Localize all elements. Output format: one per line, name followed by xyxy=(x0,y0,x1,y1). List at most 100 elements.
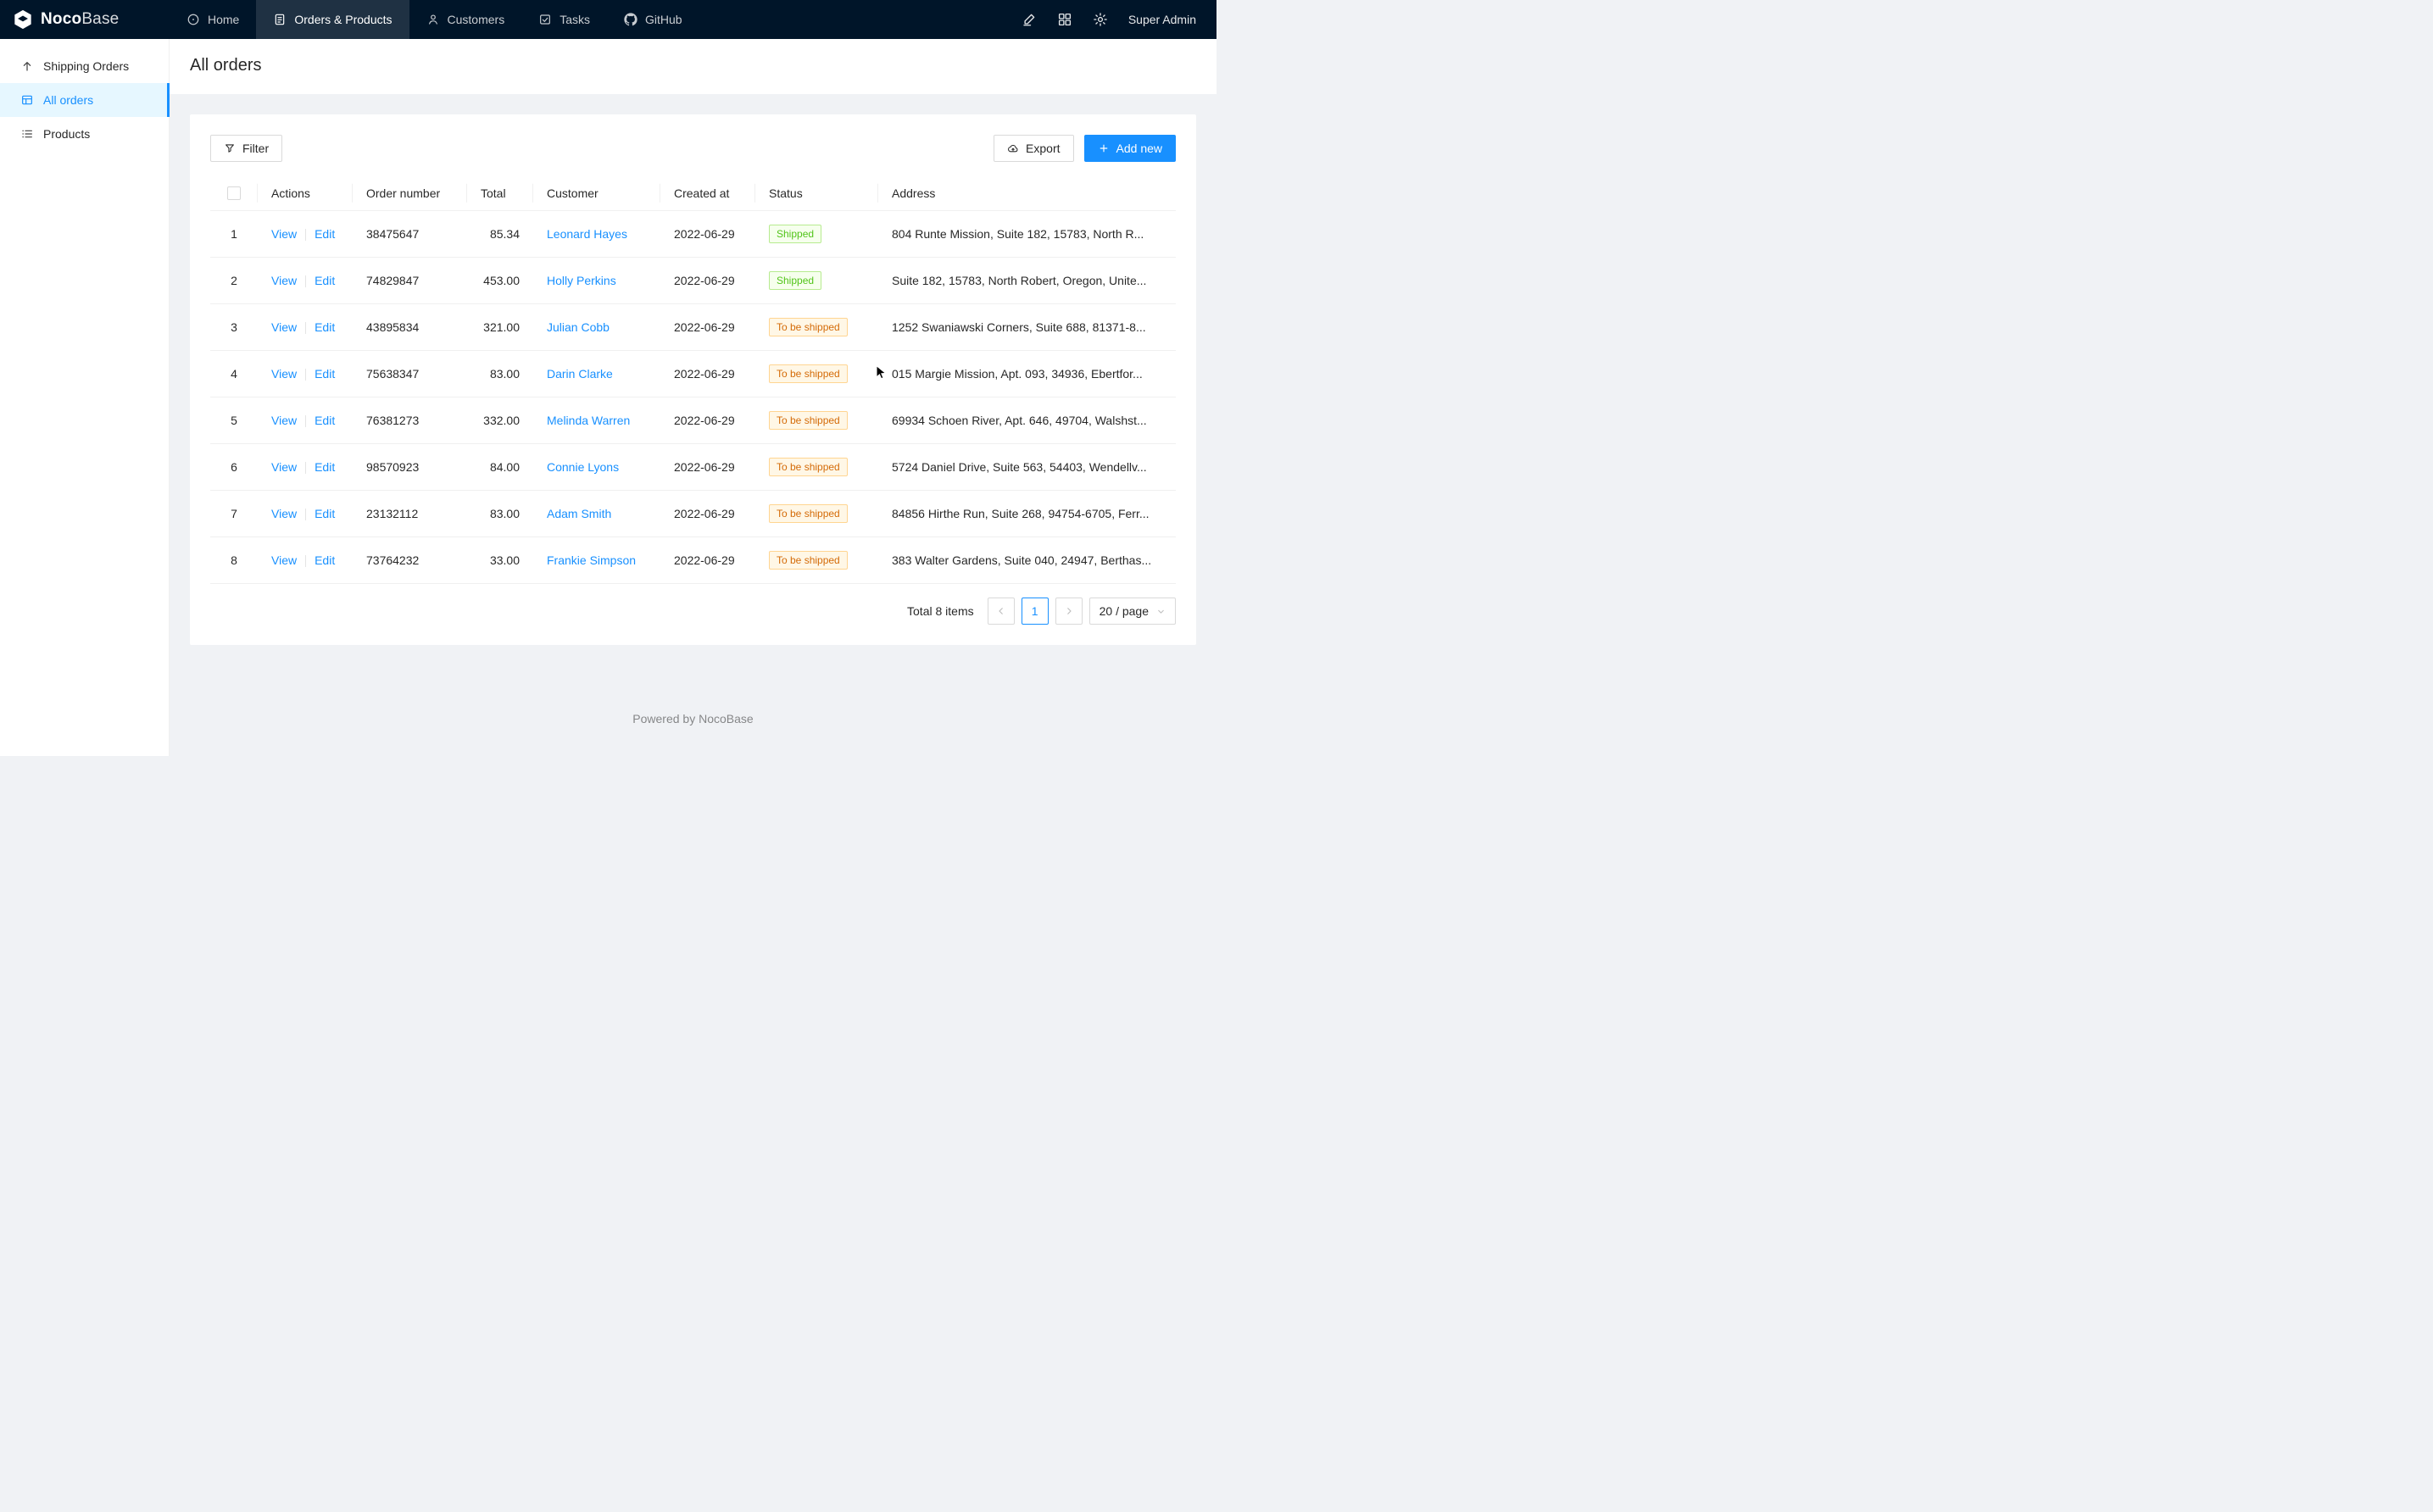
column-header-created-at: Created at xyxy=(660,175,755,211)
row-index-cell: 2 xyxy=(210,258,258,304)
order-number-cell: 23132112 xyxy=(353,491,467,537)
action-divider xyxy=(305,509,306,520)
total-cell: 453.00 xyxy=(467,258,533,304)
edit-link[interactable]: Edit xyxy=(315,320,335,334)
edit-link[interactable]: Edit xyxy=(315,414,335,427)
edit-link[interactable]: Edit xyxy=(315,507,335,520)
customer-link[interactable]: Connie Lyons xyxy=(547,460,619,474)
customer-cell: Adam Smith xyxy=(533,491,660,537)
customer-link[interactable]: Holly Perkins xyxy=(547,274,616,287)
sidebar-item-all-orders[interactable]: All orders xyxy=(0,83,169,117)
pagination-page-1[interactable]: 1 xyxy=(1022,598,1049,625)
edit-link[interactable]: Edit xyxy=(315,274,335,287)
select-all-checkbox[interactable] xyxy=(227,186,241,200)
edit-link[interactable]: Edit xyxy=(315,227,335,241)
main-nav: Home Orders & Products Customers Tasks G… xyxy=(170,0,699,39)
nav-item-tasks[interactable]: Tasks xyxy=(521,0,607,39)
grid-icon[interactable] xyxy=(1057,12,1072,27)
nav-item-home[interactable]: Home xyxy=(170,0,256,39)
filter-button[interactable]: Filter xyxy=(210,135,282,162)
edit-link[interactable]: Edit xyxy=(315,553,335,567)
action-divider xyxy=(305,555,306,567)
sidebar-item-shipping-orders[interactable]: Shipping Orders xyxy=(0,49,169,83)
brand[interactable]: NocoBase xyxy=(0,0,170,39)
orders-icon xyxy=(273,13,287,26)
customer-cell: Holly Perkins xyxy=(533,258,660,304)
gear-icon[interactable] xyxy=(1093,12,1108,27)
pagination: Total 8 items 1 20 / page xyxy=(210,598,1176,625)
address-cell: 1252 Swaniawski Corners, Suite 688, 8137… xyxy=(878,304,1176,351)
table-row: 4 ViewEdit 75638347 83.00 Darin Clarke 2… xyxy=(210,351,1176,397)
edit-link[interactable]: Edit xyxy=(315,367,335,381)
customers-icon xyxy=(426,13,440,26)
plus-icon xyxy=(1098,142,1110,154)
view-link[interactable]: View xyxy=(271,507,297,520)
nav-item-github[interactable]: GitHub xyxy=(607,0,699,39)
chevron-right-icon xyxy=(1064,606,1074,616)
table-body: 1 ViewEdit 38475647 85.34 Leonard Hayes … xyxy=(210,211,1176,584)
total-cell: 83.00 xyxy=(467,491,533,537)
customer-cell: Connie Lyons xyxy=(533,444,660,491)
total-cell: 85.34 xyxy=(467,211,533,258)
sidebar-item-label: Shipping Orders xyxy=(43,59,129,73)
view-link[interactable]: View xyxy=(271,320,297,334)
created-at-cell: 2022-06-29 xyxy=(660,537,755,584)
address-cell: 383 Walter Gardens, Suite 040, 24947, Be… xyxy=(878,537,1176,584)
view-link[interactable]: View xyxy=(271,274,297,287)
status-cell: To be shipped xyxy=(755,491,878,537)
table-row: 3 ViewEdit 43895834 321.00 Julian Cobb 2… xyxy=(210,304,1176,351)
order-number-cell: 98570923 xyxy=(353,444,467,491)
row-index-cell: 1 xyxy=(210,211,258,258)
customer-link[interactable]: Frankie Simpson xyxy=(547,553,636,567)
nav-item-orders-products[interactable]: Orders & Products xyxy=(256,0,409,39)
status-cell: To be shipped xyxy=(755,537,878,584)
customer-link[interactable]: Darin Clarke xyxy=(547,367,613,381)
address-cell: 015 Margie Mission, Apt. 093, 34936, Ebe… xyxy=(878,351,1176,397)
cloud-upload-icon xyxy=(1007,142,1019,154)
customer-link[interactable]: Julian Cobb xyxy=(547,320,610,334)
table-header-row: Actions Order number Total Customer Crea… xyxy=(210,175,1176,211)
view-link[interactable]: View xyxy=(271,460,297,474)
add-new-button[interactable]: Add new xyxy=(1084,135,1176,162)
customer-link[interactable]: Melinda Warren xyxy=(547,414,630,427)
address-cell: 69934 Schoen River, Apt. 646, 49704, Wal… xyxy=(878,397,1176,444)
table-row: 5 ViewEdit 76381273 332.00 Melinda Warre… xyxy=(210,397,1176,444)
view-link[interactable]: View xyxy=(271,553,297,567)
row-index: 5 xyxy=(231,414,237,427)
page-size-value: 20 / page xyxy=(1100,604,1149,618)
highlighter-icon[interactable] xyxy=(1022,12,1037,27)
table-row: 7 ViewEdit 23132112 83.00 Adam Smith 202… xyxy=(210,491,1176,537)
page-header: All orders xyxy=(170,39,1216,94)
row-actions-cell: View Edit xyxy=(258,304,353,351)
home-icon xyxy=(187,13,200,26)
row-actions-cell: View Edit xyxy=(258,491,353,537)
nav-item-label: Tasks xyxy=(560,13,590,26)
view-link[interactable]: View xyxy=(271,367,297,381)
view-link[interactable]: View xyxy=(271,227,297,241)
nav-item-customers[interactable]: Customers xyxy=(409,0,522,39)
column-header-total: Total xyxy=(467,175,533,211)
status-badge: To be shipped xyxy=(769,551,848,570)
page-size-select[interactable]: 20 / page xyxy=(1089,598,1176,625)
row-index-cell: 3 xyxy=(210,304,258,351)
edit-link[interactable]: Edit xyxy=(315,460,335,474)
column-header-actions: Actions xyxy=(258,175,353,211)
row-actions-cell: View Edit xyxy=(258,444,353,491)
customer-link[interactable]: Leonard Hayes xyxy=(547,227,627,241)
pagination-prev-button[interactable] xyxy=(988,598,1015,625)
action-divider xyxy=(305,462,306,474)
customer-cell: Julian Cobb xyxy=(533,304,660,351)
sidebar-item-products[interactable]: Products xyxy=(0,117,169,151)
main-area: All orders Filter Export xyxy=(170,39,1216,756)
github-icon xyxy=(624,13,637,26)
customer-link[interactable]: Adam Smith xyxy=(547,507,611,520)
view-link[interactable]: View xyxy=(271,414,297,427)
order-number-cell: 75638347 xyxy=(353,351,467,397)
pagination-next-button[interactable] xyxy=(1055,598,1083,625)
column-header-customer: Customer xyxy=(533,175,660,211)
nocobase-logo-icon xyxy=(12,8,34,31)
brand-text: NocoBase xyxy=(41,10,119,29)
export-button[interactable]: Export xyxy=(994,135,1073,162)
action-divider xyxy=(305,322,306,334)
user-menu[interactable]: Super Admin xyxy=(1128,13,1196,26)
